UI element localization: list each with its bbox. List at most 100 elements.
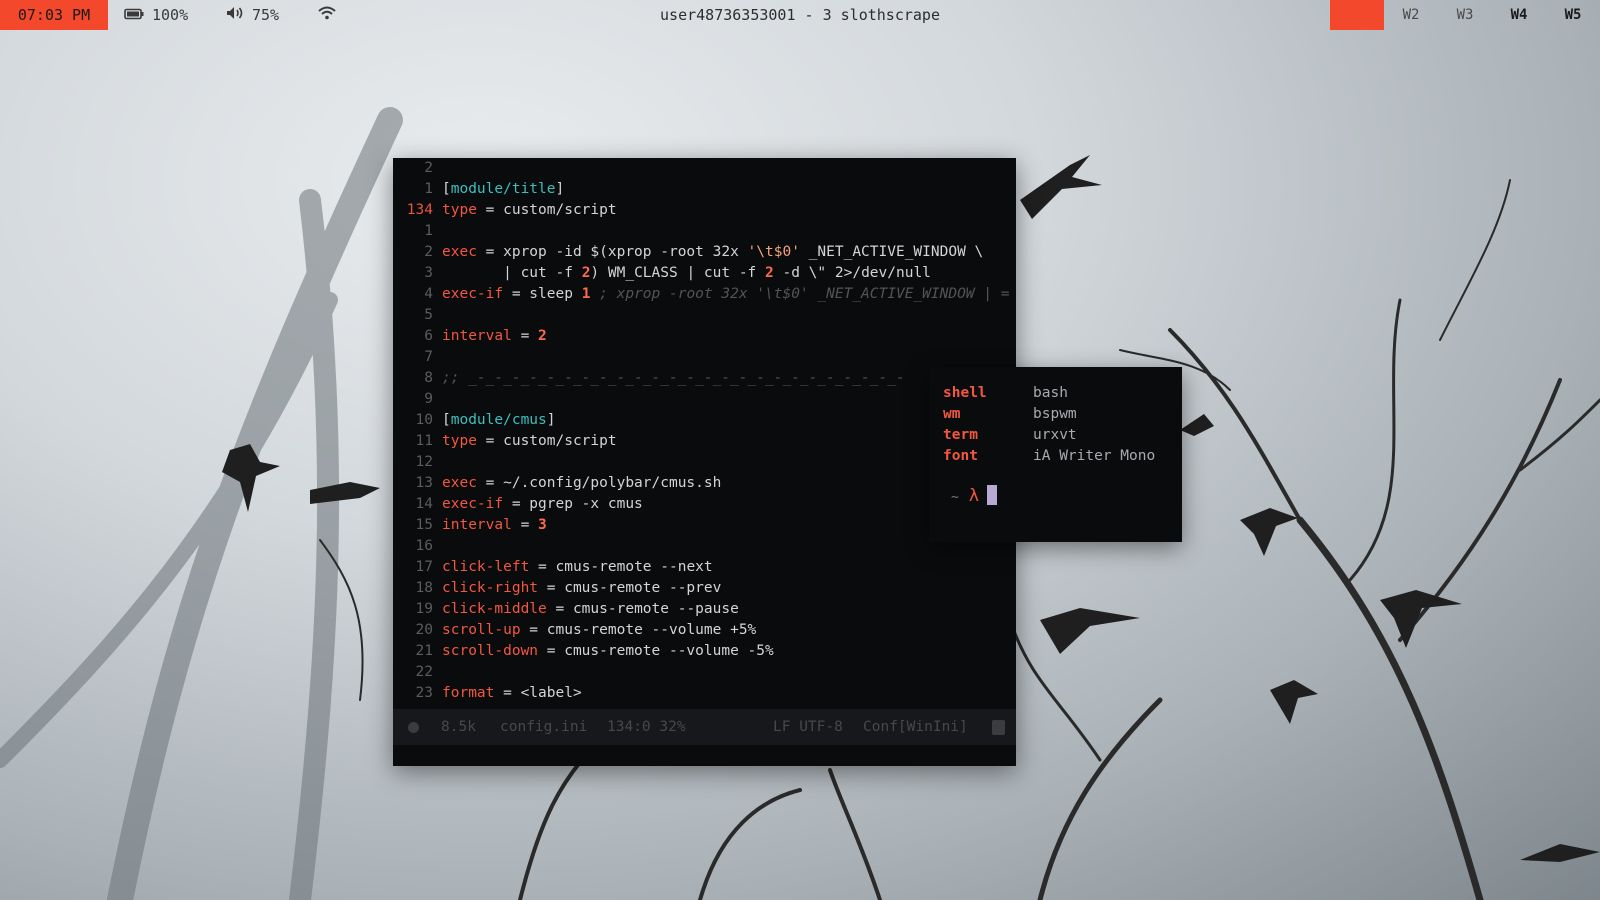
code-line[interactable]: 3 | cut -f 2) WM_CLASS | cut -f 2 -d \" …	[393, 263, 1016, 284]
shell-prompt[interactable]: ~ λ	[951, 485, 997, 507]
line-number: 7	[424, 349, 433, 365]
line-text: exec-if = pgrep -x cmus	[442, 496, 643, 512]
line-number: 10	[415, 412, 433, 428]
line-text: [module/cmus]	[442, 412, 556, 428]
info-value: urxvt	[1033, 427, 1077, 443]
code-line[interactable]: 8 ;; _-_-_-_-_-_-_-_-_-_-_-_-_-_-_-_-_-_-…	[393, 368, 1016, 389]
line-text: exec = ~/.config/polybar/cmus.sh	[442, 475, 722, 491]
line-number: 13	[415, 475, 433, 491]
line-text: exec-if = sleep 1 ; xprop -root 32x '\t$…	[442, 286, 1010, 302]
editor-window[interactable]: 2 1 [module/title] 134 type = custom/script 1…	[393, 158, 1016, 766]
file-encoding: LF UTF-8	[773, 719, 843, 735]
info-key: shell	[943, 385, 987, 401]
buffer-state-icon	[408, 722, 419, 733]
line-number: 2	[424, 160, 433, 176]
terminal-window[interactable]: shell bash wm bspwm term urxvt font iA W…	[929, 367, 1182, 542]
workspace-2[interactable]: W2	[1384, 0, 1438, 30]
cursor-position: 134:0 32%	[607, 719, 686, 735]
file-size: 8.5k	[441, 719, 476, 735]
code-line[interactable]: 18 click-right = cmus-remote --prev	[393, 578, 1016, 599]
line-number: 14	[415, 496, 433, 512]
code-line[interactable]: 16	[393, 536, 1016, 557]
code-line[interactable]: 4 exec-if = sleep 1 ; xprop -root 32x '\t…	[393, 284, 1016, 305]
code-line[interactable]: 5	[393, 305, 1016, 326]
workspace-3[interactable]: W3	[1438, 0, 1492, 30]
wifi-status[interactable]	[318, 0, 336, 30]
line-text: click-left = cmus-remote --next	[442, 559, 713, 575]
code-line[interactable]: 10 [module/cmus]	[393, 410, 1016, 431]
line-number: 134	[406, 202, 433, 218]
line-text: click-middle = cmus-remote --pause	[442, 601, 739, 617]
line-number: 9	[424, 391, 433, 407]
battery-level: 100%	[152, 6, 189, 24]
code-line[interactable]: 7	[393, 347, 1016, 368]
code-line[interactable]: 22	[393, 662, 1016, 683]
line-number: 8	[424, 370, 433, 386]
info-key: font	[943, 448, 978, 464]
prompt-directory: ~	[951, 490, 959, 505]
info-row-shell: shell bash	[943, 383, 1173, 404]
code-line[interactable]: 20 scroll-up = cmus-remote --volume +5%	[393, 620, 1016, 641]
code-line[interactable]: 17 click-left = cmus-remote --next	[393, 557, 1016, 578]
line-text: scroll-down = cmus-remote --volume -5%	[442, 643, 774, 659]
workspace-4[interactable]: W4	[1492, 0, 1546, 30]
info-row-wm: wm bspwm	[943, 404, 1173, 425]
file-name: config.ini	[500, 719, 588, 735]
code-line[interactable]: 21 scroll-down = cmus-remote --volume -5%	[393, 641, 1016, 662]
line-text: type = custom/script	[442, 433, 617, 449]
wifi-icon	[318, 0, 336, 30]
editor-modeline: 8.5k config.ini 134:0 32% LF UTF-8 Conf[…	[393, 709, 1016, 745]
code-line[interactable]: 6 interval = 2	[393, 326, 1016, 347]
line-number: 23	[415, 685, 433, 701]
code-line[interactable]: 23 format = <label>	[393, 683, 1016, 704]
code-line[interactable]: 2 exec = xprop -id $(xprop -root 32x '\t$…	[393, 242, 1016, 263]
clock[interactable]: 07:03 PM	[0, 0, 108, 30]
major-mode: Conf[WinIni]	[863, 719, 968, 735]
line-number: 22	[415, 664, 433, 680]
line-number: 12	[415, 454, 433, 470]
code-line[interactable]: 15 interval = 3	[393, 515, 1016, 536]
line-number: 20	[415, 622, 433, 638]
text-cursor	[986, 485, 997, 505]
line-number: 18	[415, 580, 433, 596]
workspace-1[interactable]	[1330, 0, 1384, 30]
line-number: 3	[424, 265, 433, 281]
line-text: click-right = cmus-remote --prev	[442, 580, 722, 596]
battery-status: 100%	[124, 0, 188, 30]
line-text: format = <label>	[442, 685, 582, 701]
line-text: ;; _-_-_-_-_-_-_-_-_-_-_-_-_-_-_-_-_-_-_…	[442, 370, 905, 386]
line-number: 19	[415, 601, 433, 617]
code-line[interactable]: 134 type = custom/script	[393, 200, 1016, 221]
line-number: 11	[415, 433, 433, 449]
speaker-icon	[226, 0, 244, 30]
file-lock-icon	[992, 720, 1005, 735]
line-number: 2	[424, 244, 433, 260]
volume-status[interactable]: 75%	[226, 0, 279, 30]
code-line[interactable]: 14 exec-if = pgrep -x cmus	[393, 494, 1016, 515]
code-line[interactable]: 9	[393, 389, 1016, 410]
workspace-5[interactable]: W5	[1546, 0, 1600, 30]
volume-level: 75%	[252, 6, 280, 24]
info-value: bash	[1033, 385, 1068, 401]
line-number: 4	[424, 286, 433, 302]
info-row-font: font iA Writer Mono	[943, 446, 1173, 467]
info-value: iA Writer Mono	[1033, 448, 1156, 464]
line-number: 15	[415, 517, 433, 533]
prompt-symbol: λ	[968, 486, 979, 506]
line-text: scroll-up = cmus-remote --volume +5%	[442, 622, 757, 638]
line-text: exec = xprop -id $(xprop -root 32x '\t$0…	[442, 244, 984, 260]
code-line[interactable]: 12	[393, 452, 1016, 473]
code-line[interactable]: 2	[393, 158, 1016, 179]
battery-icon	[124, 0, 144, 30]
code-line[interactable]: 11 type = custom/script	[393, 431, 1016, 452]
line-text: interval = 3	[442, 517, 547, 533]
code-line[interactable]: 1 [module/title]	[393, 179, 1016, 200]
code-line[interactable]: 1	[393, 221, 1016, 242]
line-number: 5	[424, 307, 433, 323]
info-row-term: term urxvt	[943, 425, 1173, 446]
code-line[interactable]: 13 exec = ~/.config/polybar/cmus.sh	[393, 473, 1016, 494]
code-area[interactable]: 2 1 [module/title] 134 type = custom/script 1…	[393, 158, 1016, 708]
workspace-switcher: W2 W3 W4 W5	[1330, 0, 1600, 30]
code-line[interactable]: 19 click-middle = cmus-remote --pause	[393, 599, 1016, 620]
line-number: 1	[424, 181, 433, 197]
